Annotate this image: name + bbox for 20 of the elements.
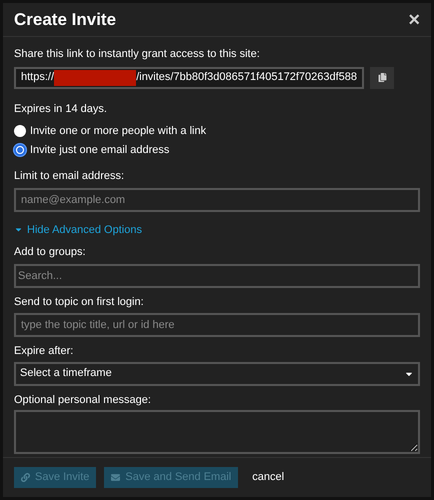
- text-field[interactable]: name@example.com: [14, 188, 420, 212]
- advanced-options-toggle[interactable]: Hide Advanced Options: [14, 222, 142, 238]
- field-label: Send to topic on first login:: [14, 294, 145, 310]
- dialog-title: Create Invite: [14, 8, 116, 31]
- field-label: Add to groups:: [14, 245, 87, 260]
- field-label: Expire after:: [14, 344, 74, 359]
- field-label: Limit to email address:: [14, 169, 126, 184]
- cancel-button[interactable]: cancel: [252, 469, 284, 486]
- radio-label: Invite just one email address: [30, 142, 170, 158]
- invite-link-field[interactable]: https:// /invites/7bb80f3d086571f405172f70263df588: [14, 66, 364, 88]
- expiry-note: Expires in 14 days.: [14, 102, 108, 116]
- share-label: Share this link to instantly grant access to this site:: [14, 47, 261, 62]
- link-text: /invites/7bb80f3d086571f405172f70263df588: [136, 70, 357, 86]
- link-text: https://: [21, 70, 54, 86]
- field-label: Optional personal message:: [14, 392, 152, 408]
- close-button[interactable]: ×: [408, 10, 420, 30]
- text-field[interactable]: Search...: [14, 264, 420, 288]
- text-field[interactable]: type the topic title, url or id here: [14, 313, 420, 337]
- radio-label: Invite one or more people with a link: [30, 124, 206, 139]
- timeframe-dropdown[interactable]: Select a timeframe: [14, 362, 420, 386]
